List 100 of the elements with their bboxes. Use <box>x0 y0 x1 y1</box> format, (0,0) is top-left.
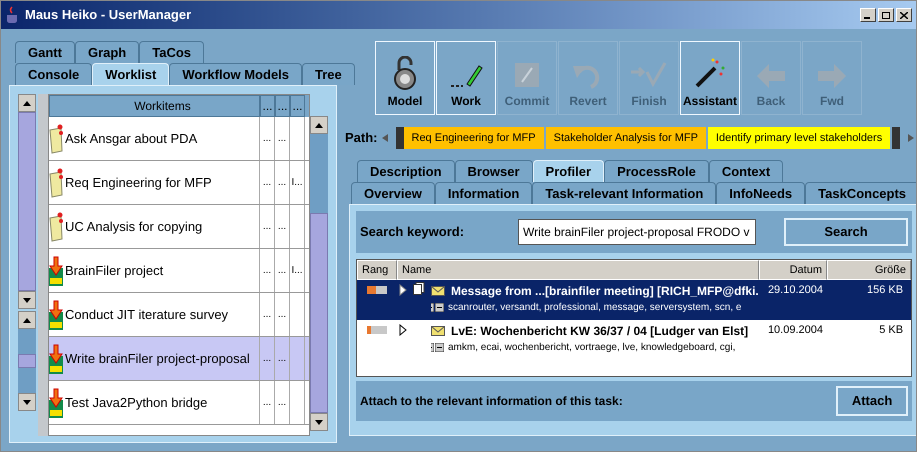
result-title: Message from ...[brainfiler meeting] [RICH_MFP@dfki. <box>451 283 759 300</box>
minimize-button[interactable] <box>860 8 876 22</box>
column-header[interactable]: ... <box>275 95 290 117</box>
result-row[interactable]: Message from ...[brainfiler meeting] [RICH_MFP@dfki. scanrouter, versandt, professional, message, serversystem, scn, e 29.10.2004 156 KB <box>357 280 912 320</box>
scroll-thumb[interactable] <box>18 354 36 368</box>
todo-note-icon <box>49 212 63 242</box>
expand-arrow-icon[interactable] <box>399 284 407 296</box>
workitem-name: Req Engineering for MFP <box>65 174 212 192</box>
attach-label: Attach to the relevant information of this task: <box>360 393 623 410</box>
tab[interactable]: Context <box>708 160 784 182</box>
worklist-row[interactable]: UC Analysis for copying ... ... <box>49 205 309 249</box>
tab[interactable]: Worklist <box>92 63 170 85</box>
expand-arrow-icon[interactable] <box>399 324 407 336</box>
close-button[interactable] <box>896 8 912 22</box>
worklist-row[interactable]: Ask Ansgar about PDA ... ... <box>49 117 309 161</box>
column-header[interactable]: Rang <box>357 260 397 280</box>
tab[interactable]: ProcessRole <box>604 160 709 182</box>
table-cell-text: ... <box>278 220 286 234</box>
window-title: Maus Heiko - UserManager <box>25 6 192 24</box>
toolbar-button[interactable]: Model <box>375 41 435 115</box>
path-crumb[interactable]: Stakeholder Analysis for MFP <box>546 127 706 149</box>
document-pen-icon <box>512 60 542 90</box>
envelope-icon <box>431 326 445 336</box>
table-cell-text: ... <box>278 132 286 146</box>
minus-icon[interactable] <box>435 303 444 312</box>
tab[interactable]: Graph <box>74 41 140 63</box>
scroll-thumb[interactable] <box>310 213 328 413</box>
path-label: Path: <box>345 129 378 148</box>
table-cell-text: ... <box>262 220 272 234</box>
path-crumb[interactable]: Identify primary level stakeholders <box>708 127 890 149</box>
worklist-row[interactable]: Write brainFiler project-proposal ... ... <box>49 337 309 381</box>
column-header[interactable]: Workitems <box>49 95 260 117</box>
tab[interactable]: Browser <box>454 160 533 182</box>
scrollbar[interactable] <box>18 311 36 411</box>
maximize-icon <box>882 12 890 18</box>
table-cell-text: ... <box>262 264 272 278</box>
toolbar-button[interactable]: Work <box>436 41 496 115</box>
toolbar-button[interactable]: Assistant <box>680 41 740 115</box>
todo-note-icon <box>49 124 63 154</box>
table-cell-text: ... <box>262 132 272 146</box>
scrollbar[interactable] <box>310 116 328 431</box>
tab[interactable]: InfoNeeds <box>716 182 806 204</box>
envelope-icon <box>431 286 445 296</box>
workitem-name: Write brainFiler project-proposal <box>65 350 250 368</box>
worklist-row[interactable]: Req Engineering for MFP ... ... I... <box>49 161 309 205</box>
download-arrow-icon <box>49 344 63 374</box>
table-cell-text: ... <box>278 396 286 410</box>
tab[interactable]: Gantt <box>15 41 75 63</box>
table-cell-text: ... <box>278 176 286 190</box>
tab[interactable]: TaskConcepts <box>805 182 916 204</box>
path-crumb[interactable]: Req Engineering for MFP <box>404 127 544 149</box>
result-date: 10.09.2004 <box>766 323 824 338</box>
result-size: 156 KB <box>866 283 904 298</box>
column-header[interactable]: Name <box>397 260 759 280</box>
maximize-button[interactable] <box>878 8 894 22</box>
search-button[interactable]: Search <box>784 218 908 246</box>
column-header[interactable]: ... <box>290 95 305 117</box>
left-arrow-icon[interactable] <box>382 134 388 142</box>
scroll-thumb[interactable] <box>18 112 36 291</box>
search-field[interactable]: Write brainFiler project-proposal FRODO v <box>518 219 756 245</box>
column-header[interactable]: ... <box>260 95 275 117</box>
tab[interactable]: TaCos <box>139 41 204 63</box>
workitem-name: Conduct JIT iterature survey <box>65 306 228 324</box>
table-cell-text: ... <box>278 352 286 366</box>
tab[interactable]: Workflow Models <box>169 63 302 85</box>
minus-icon[interactable] <box>435 343 444 352</box>
tab[interactable]: Description <box>357 160 455 182</box>
path-scroll-handle[interactable] <box>892 127 900 149</box>
table-cell-text: ... <box>262 176 272 190</box>
tab[interactable]: Tree <box>302 63 355 85</box>
result-size: 5 KB <box>878 323 904 338</box>
up-arrow-icon <box>315 122 323 128</box>
path-scroll-handle[interactable] <box>396 127 404 149</box>
scrollbar[interactable] <box>18 94 36 309</box>
tab[interactable]: Profiler <box>532 160 604 182</box>
up-arrow-icon <box>23 318 31 322</box>
worklist-row[interactable]: Conduct JIT iterature survey ... ... <box>49 293 309 337</box>
table-cell-text: I... <box>291 176 303 190</box>
search-label: Search keyword: <box>360 223 466 242</box>
tab[interactable]: Task-relevant Information <box>532 182 716 204</box>
result-date: 29.10.2004 <box>766 283 824 298</box>
worklist-row[interactable]: BrainFiler project ... ... I... <box>49 249 309 293</box>
table-cell-text: ... <box>262 352 272 366</box>
column-header[interactable]: Datum <box>759 260 827 280</box>
attach-button[interactable]: Attach <box>836 386 908 416</box>
table-cell-text: ... <box>278 264 286 278</box>
result-keywords: scanrouter, versandt, professional, message, serversystem, scn, e <box>448 301 742 315</box>
close-icon <box>900 12 908 18</box>
column-header[interactable]: Größe <box>827 260 912 280</box>
tab[interactable]: Information <box>434 182 532 204</box>
tab[interactable]: Console <box>15 63 92 85</box>
worklist-row[interactable]: Test Java2Python bridge ... ... <box>49 381 309 425</box>
down-arrow-icon <box>23 298 31 302</box>
padlock-icon <box>391 56 419 90</box>
workitem-name: BrainFiler project <box>65 262 164 280</box>
up-arrow-icon <box>23 100 31 106</box>
right-arrow-icon[interactable] <box>908 134 914 142</box>
down-arrow-icon <box>315 420 323 424</box>
tab[interactable]: Overview <box>351 182 435 204</box>
right-arrow-icon <box>816 62 848 90</box>
